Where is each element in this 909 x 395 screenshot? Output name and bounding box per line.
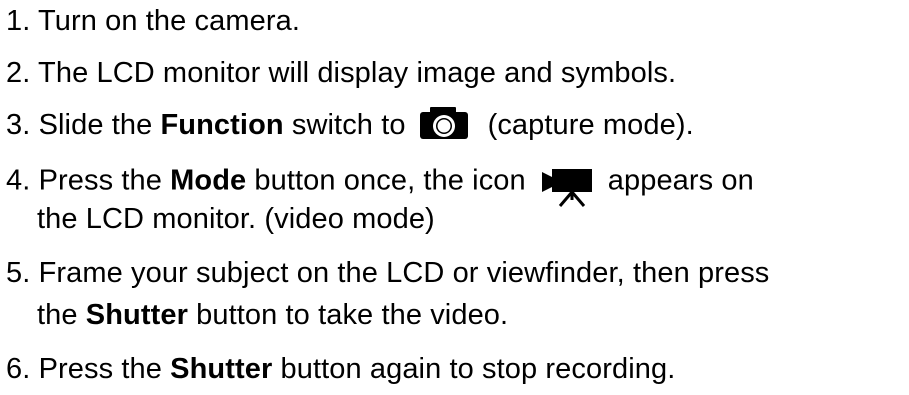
video-camera-icon	[540, 164, 596, 208]
step-4-cont-text: the LCD monitor. (video mode)	[37, 203, 435, 235]
step-4-text-post: appears on	[607, 164, 754, 197]
step-5-cont-post: button to take the video.	[187, 299, 509, 331]
step-5-number: 5.	[6, 257, 31, 289]
step-5: 5. Frame your subject on the LCD or view…	[6, 256, 769, 290]
step-4-text-mid: button once, the icon	[246, 164, 526, 197]
step-1-text: Turn on the camera.	[38, 5, 300, 37]
step-3-text-post: (capture mode).	[487, 109, 694, 141]
step-2-text: The LCD monitor will display image and s…	[38, 57, 677, 89]
camera-icon	[418, 105, 470, 141]
step-4-number: 4.	[6, 164, 31, 197]
step-3-number: 3.	[6, 109, 31, 141]
step-3-text-pre: Slide the	[38, 109, 161, 141]
step-4-text-pre: Press the	[38, 164, 171, 197]
step-2-number: 2.	[6, 57, 31, 89]
step-6-number: 6.	[6, 353, 31, 385]
step-3-function-label: Function	[160, 109, 284, 141]
step-5-text: Frame your subject on the LCD or viewfin…	[38, 257, 770, 289]
step-5-cont-pre: the	[37, 299, 86, 331]
step-4-continuation: the LCD monitor. (video mode)	[37, 202, 435, 236]
step-6-text-pre: Press the	[38, 353, 171, 385]
step-6: 6. Press the Shutter button again to sto…	[6, 352, 675, 386]
step-6-shutter-label: Shutter	[170, 353, 273, 385]
step-1: 1. Turn on the camera.	[6, 4, 300, 38]
step-5-shutter-label: Shutter	[85, 299, 188, 331]
step-1-number: 1.	[6, 5, 31, 37]
step-4: 4. Press the Mode button once, the icon …	[6, 160, 754, 207]
step-4-mode-label: Mode	[170, 164, 247, 197]
step-3: 3. Slide the Function switch to (capture…	[6, 105, 694, 144]
step-6-text-post: button again to stop recording.	[272, 353, 676, 385]
step-3-text-mid: switch to	[283, 109, 406, 141]
step-2: 2. The LCD monitor will display image an…	[6, 56, 676, 90]
step-5-continuation: the Shutter button to take the video.	[37, 298, 508, 332]
